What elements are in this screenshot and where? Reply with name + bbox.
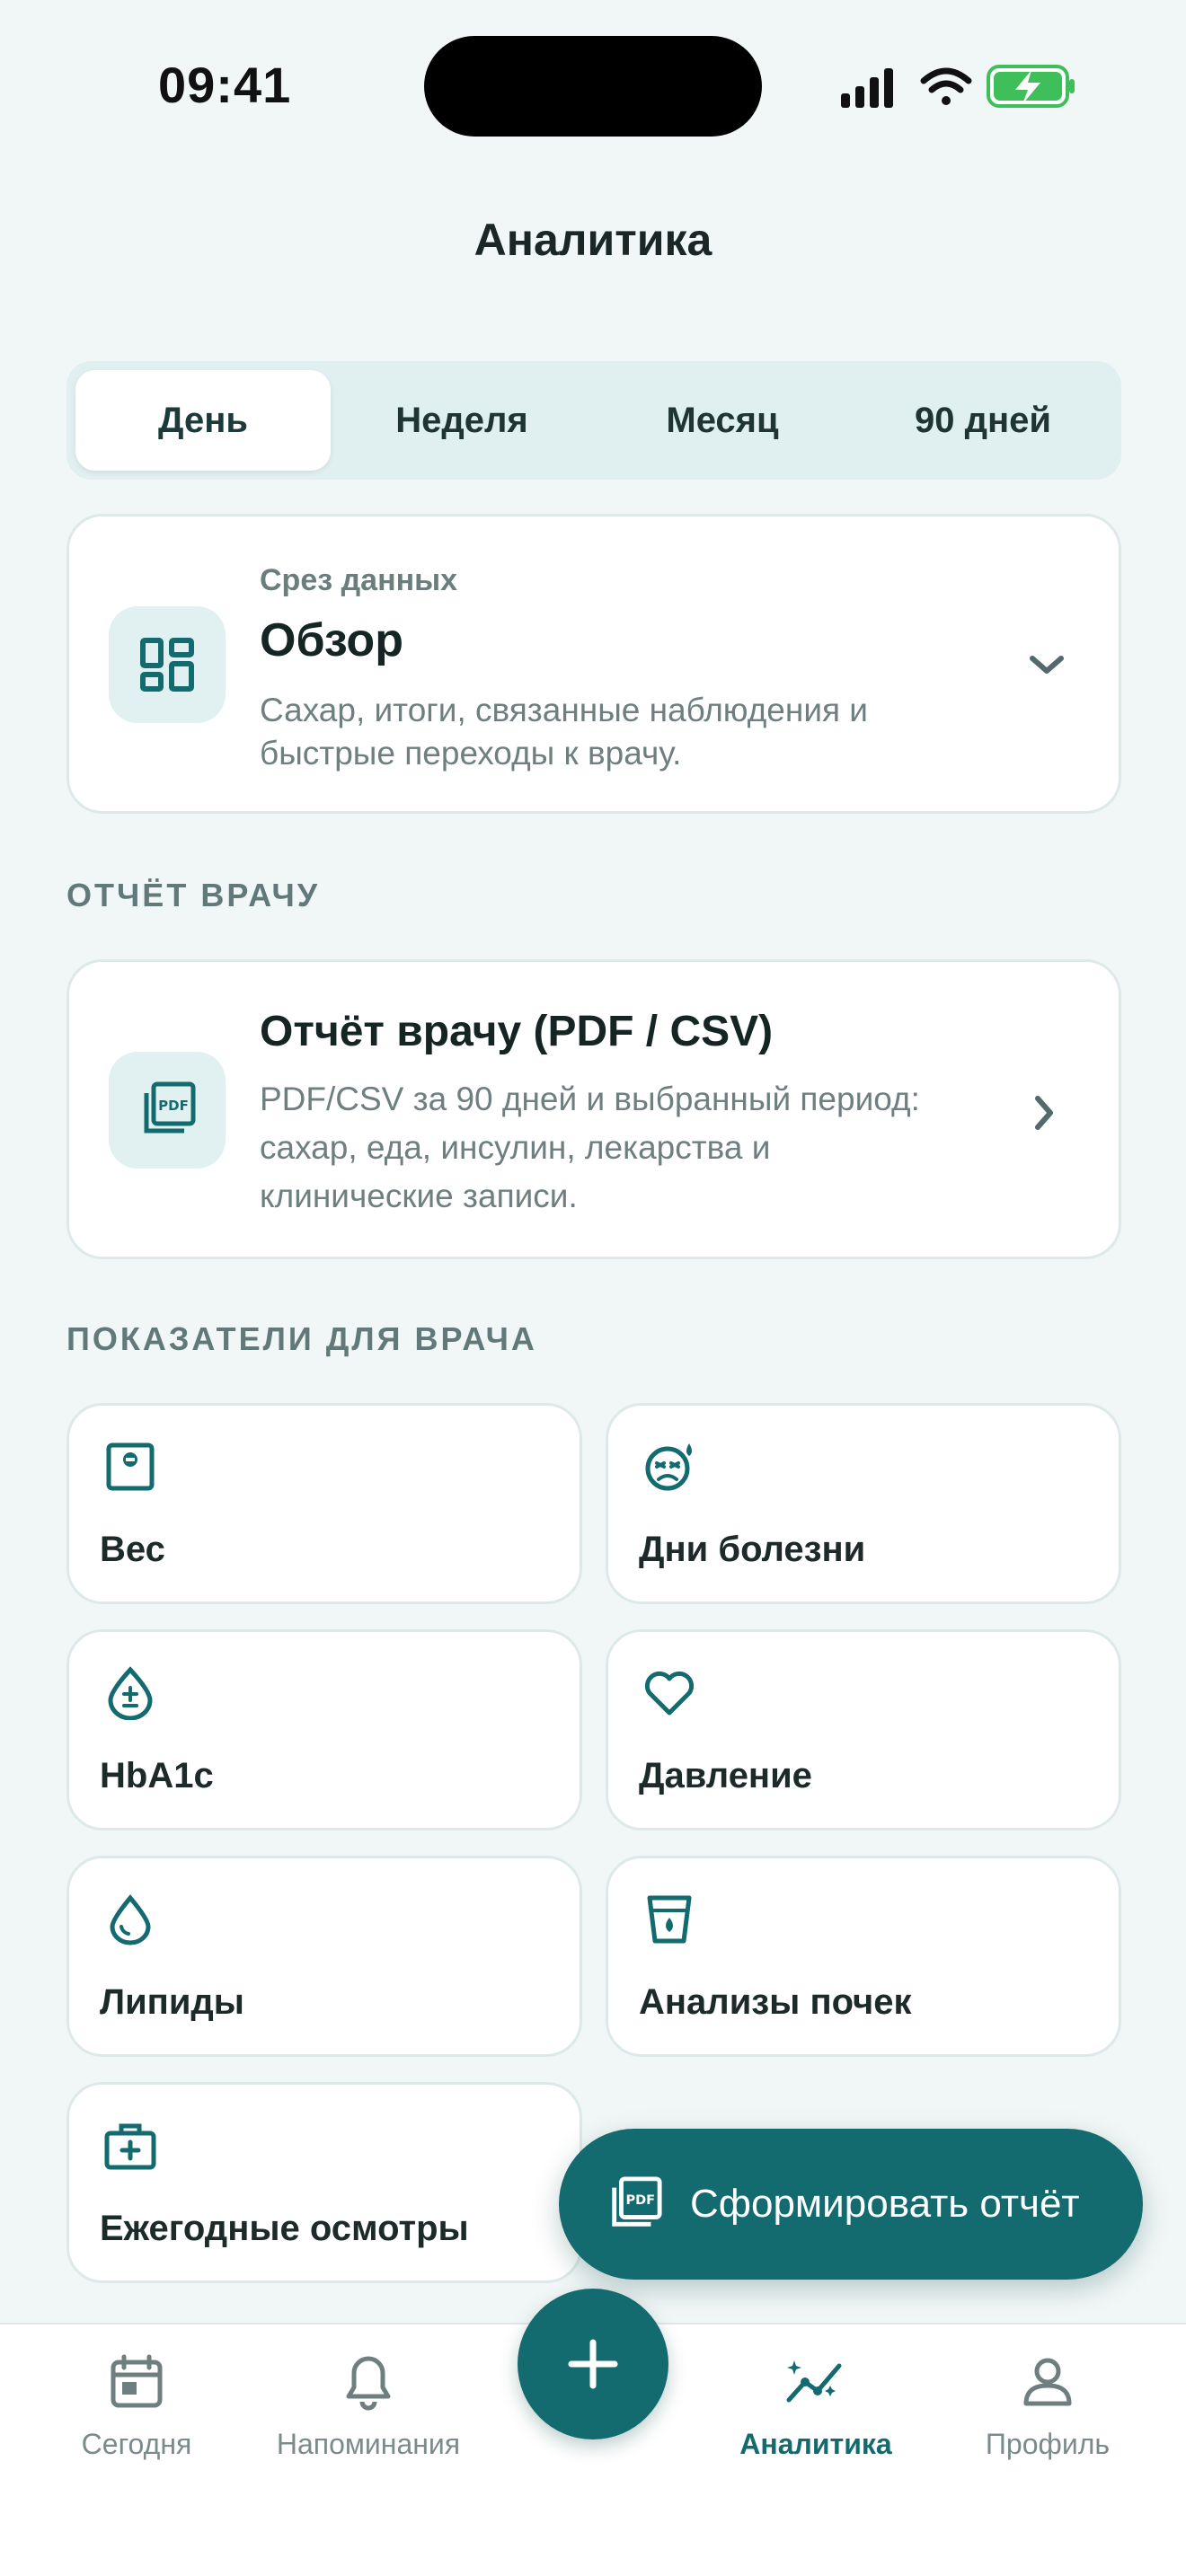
dashboard-icon: [140, 638, 194, 692]
svg-text:PDF: PDF: [158, 1098, 189, 1114]
slice-eyebrow: Срез данных: [260, 563, 458, 597]
tab-label: Напоминания: [276, 2428, 461, 2460]
pdf-icon: PDF: [144, 1081, 196, 1134]
add-entry-button[interactable]: [518, 2289, 668, 2439]
calendar-icon: [111, 2354, 163, 2408]
metric-label: Дни болезни: [639, 1530, 866, 1569]
tab-label: Профиль: [985, 2428, 1111, 2460]
plus-icon: [568, 2339, 618, 2389]
profile-icon: [1023, 2358, 1072, 2406]
lab-cup-icon: [647, 1895, 692, 1944]
segment-day[interactable]: День: [75, 370, 331, 471]
medical-kit-icon: [104, 2123, 156, 2170]
wifi-icon: [920, 67, 972, 105]
metric-card-kidney-tests[interactable]: Анализы почек: [606, 1856, 1121, 2057]
section-label-metrics: ПОКАЗАТЕЛИ ДЛЯ ВРАЧА: [66, 1320, 537, 1357]
metric-label: Вес: [100, 1530, 165, 1569]
metric-label: HbA1c: [100, 1756, 214, 1795]
section-label-report: ОТЧЁТ ВРАЧУ: [66, 877, 321, 913]
chevron-down-icon: [1030, 656, 1064, 674]
metric-label: Ежегодные осмотры: [100, 2209, 469, 2248]
metric-card-blood-pressure[interactable]: Давление: [606, 1629, 1121, 1831]
doctor-report-card[interactable]: PDF Отчёт врачу (PDF / CSV) PDF/CSV за 9…: [66, 959, 1121, 1259]
segment-month[interactable]: Месяц: [595, 370, 850, 471]
svg-text:PDF: PDF: [625, 2193, 655, 2208]
report-description-line1: PDF/CSV за 90 дней и выбранный период:: [260, 1081, 920, 1117]
status-icons: [841, 65, 1075, 108]
status-time: 09:41: [158, 57, 292, 113]
chevron-right-icon: [1035, 1096, 1053, 1130]
generate-report-label: Сформировать отчёт: [690, 2182, 1080, 2226]
metric-card-annual-checkups[interactable]: Ежегодные осмотры: [66, 2082, 582, 2283]
metric-label: Липиды: [100, 1982, 244, 2022]
dynamic-island: [424, 36, 762, 137]
tab-label: Аналитика: [739, 2428, 892, 2460]
slice-title: Обзор: [260, 614, 403, 666]
slice-icon-tile: [109, 606, 226, 723]
blood-drop-plus-minus-icon: [108, 1666, 153, 1720]
slice-description-line2: быстрые переходы к врачу.: [260, 735, 682, 772]
bell-icon: [346, 2356, 391, 2411]
tab-analytics[interactable]: Аналитика: [699, 2353, 933, 2461]
pdf-icon: PDF: [612, 2176, 662, 2227]
metric-card-hba1c[interactable]: HbA1c: [66, 1629, 582, 1831]
report-icon-tile: PDF: [109, 1052, 226, 1169]
slice-description-line1: Сахар, итоги, связанные наблюдения и: [260, 692, 868, 728]
page-title: Аналитика: [474, 215, 712, 265]
data-slice-card[interactable]: Срез данных Обзор Сахар, итоги, связанны…: [66, 514, 1121, 814]
report-description-line2: сахар, еда, инсулин, лекарства и: [260, 1129, 771, 1166]
sick-face-icon: [645, 1443, 692, 1491]
tab-label: Сегодня: [81, 2428, 192, 2460]
tab-profile[interactable]: Профиль: [931, 2353, 1164, 2461]
metric-card-lipids[interactable]: Липиды: [66, 1856, 582, 2057]
battery-charging-icon: [987, 65, 1075, 108]
scale-icon: [106, 1442, 155, 1491]
segment-90-days[interactable]: 90 дней: [855, 370, 1111, 471]
metric-card-sick-days[interactable]: Дни болезни: [606, 1403, 1121, 1604]
generate-report-button[interactable]: PDF Сформировать отчёт: [559, 2129, 1143, 2280]
period-segmented-control: День Неделя Месяц 90 дней: [66, 361, 1121, 480]
signal-icon: [841, 68, 893, 108]
drop-icon: [110, 1894, 151, 1945]
tab-today[interactable]: Сегодня: [20, 2353, 253, 2461]
metric-card-weight[interactable]: Вес: [66, 1403, 582, 1604]
heart-icon: [644, 1671, 695, 1716]
metric-label: Давление: [639, 1756, 812, 1795]
report-description-line3: клинические записи.: [260, 1178, 578, 1214]
metric-label: Анализы почек: [639, 1982, 912, 2022]
segment-week[interactable]: Неделя: [334, 370, 589, 471]
analytics-icon: [786, 2360, 842, 2403]
tab-reminders[interactable]: Напоминания: [252, 2353, 485, 2461]
report-title: Отчёт врачу (PDF / CSV): [260, 1008, 774, 1055]
